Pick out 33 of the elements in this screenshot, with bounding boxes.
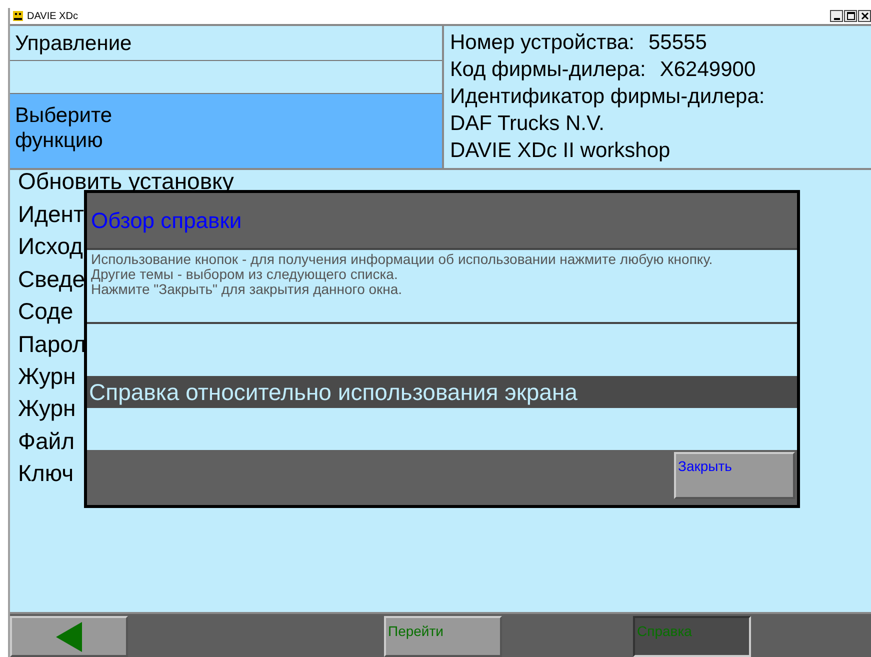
minimize-button[interactable]: [830, 10, 843, 22]
info-value: X6249900: [660, 57, 756, 83]
help-text: Использование кнопок - для получения информации об использовании нажмите любую кнопку.: [91, 252, 714, 267]
dialog-title: Обзор справки: [91, 208, 242, 234]
help-text: Нажмите "Закрыть" для закрытия данного окна.: [91, 282, 404, 297]
back-button[interactable]: [10, 616, 128, 657]
menu-item[interactable]: Файл: [18, 424, 75, 458]
topic-item[interactable]: Справка относительно использования экрана: [87, 376, 797, 408]
close-button[interactable]: [858, 10, 871, 22]
info-label: Номер устройства:: [450, 30, 634, 56]
close-icon: [860, 12, 868, 20]
menu-item[interactable]: Соде: [18, 295, 74, 328]
menu-item[interactable]: Исход: [18, 230, 83, 263]
section-title: Управление: [10, 26, 442, 61]
info-label: Идентификатор фирмы-дилера:: [450, 84, 765, 110]
help-text: Другие темы - выбором из следующего списка.: [91, 267, 398, 282]
menu-item[interactable]: Идент: [18, 198, 84, 230]
info-label: Код фирмы-дилера:: [450, 57, 646, 83]
window-title: DAVIE XDc: [27, 10, 78, 22]
menu-item[interactable]: Обновить установку: [18, 170, 234, 192]
app-icon: [12, 10, 24, 22]
info-value: 55555: [648, 30, 707, 56]
maximize-button[interactable]: [844, 10, 857, 22]
prompt-text: Выберите функцию: [10, 94, 442, 168]
maximize-icon: [846, 12, 854, 20]
info-label: DAF Trucks N.V.: [450, 111, 604, 137]
menu-item[interactable]: Журн: [18, 392, 76, 425]
menu-item[interactable]: Сведе: [18, 262, 86, 296]
menu-item[interactable]: Парол: [18, 328, 86, 360]
menu-item[interactable]: Ключ: [18, 457, 74, 490]
left-arrow-icon: [56, 622, 82, 652]
info-label: DAVIE XDc II workshop: [450, 138, 670, 164]
menu-item[interactable]: Журн: [18, 360, 76, 392]
